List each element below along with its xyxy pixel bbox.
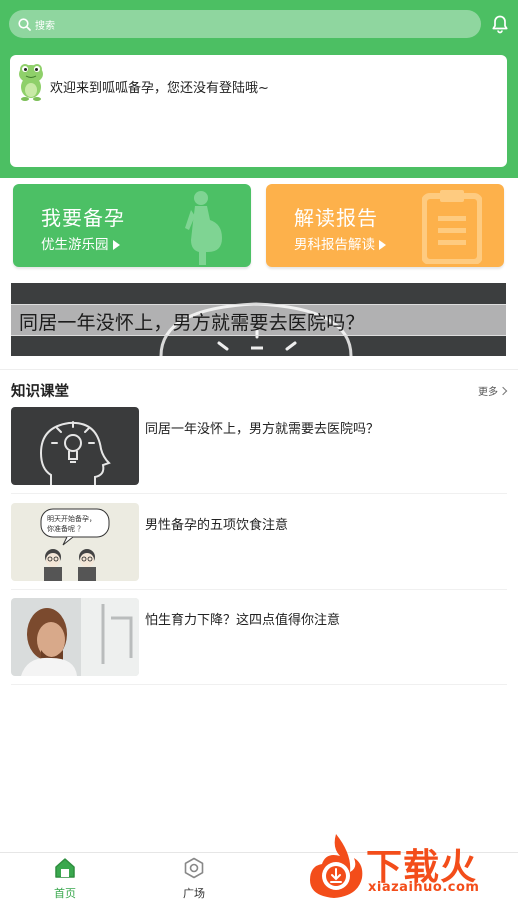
article-title: 怕生育力下降？这四点值得你注意 xyxy=(145,613,341,628)
welcome-card[interactable]: 欢迎来到呱呱备孕，您还没有登陆哦~ xyxy=(10,55,507,167)
banner-text: 同居一年没怀上，男方就需要去医院吗？ xyxy=(19,312,365,334)
search-icon xyxy=(18,17,31,31)
hexagon-icon xyxy=(183,857,205,883)
more-link[interactable]: 更多 xyxy=(478,383,508,398)
search-input[interactable]: 搜索 xyxy=(35,17,55,32)
play-arrow-icon xyxy=(112,240,120,250)
frog-avatar-icon xyxy=(16,61,46,101)
header: 搜索 欢迎来到呱呱备孕，您还没有登陆哦~ xyxy=(0,0,518,178)
article-item[interactable]: 同居一年没怀上，男方就需要去医院吗？ xyxy=(0,407,518,502)
search-bar[interactable]: 搜索 xyxy=(9,10,481,38)
comic-bubble-line: 你准备呢 ？ xyxy=(47,524,84,533)
feature-subtitle: 男科报告解读 xyxy=(294,233,386,253)
article-title: 同居一年没怀上，男方就需要去医院吗？ xyxy=(145,422,380,437)
nav-item-square[interactable]: 广场 xyxy=(164,857,224,900)
feature-card-pregnancy[interactable]: 我要备孕 优生游乐园 xyxy=(13,184,251,267)
nav-item-home[interactable]: 首页 xyxy=(35,857,95,900)
feature-subtitle: 优生游乐园 xyxy=(41,233,120,253)
flame-icon xyxy=(310,834,363,898)
divider xyxy=(11,589,507,590)
article-title: 男性备孕的五项饮食注意 xyxy=(145,518,289,533)
home-icon xyxy=(54,858,76,883)
section-title: 知识课堂 xyxy=(11,384,69,400)
feature-title: 我要备孕 xyxy=(41,206,125,230)
pregnant-woman-icon xyxy=(173,188,229,267)
comic-bubble-line: 明天开始备孕， xyxy=(47,514,96,523)
play-arrow-icon xyxy=(379,240,386,250)
divider xyxy=(0,369,518,370)
banner[interactable]: 同居一年没怀上，男方就需要去医院吗？ xyxy=(11,283,506,356)
chevron-right-icon xyxy=(498,386,508,396)
watermark-logo: 下载火 xiazaihuo.com xyxy=(304,828,518,900)
welcome-text: 欢迎来到呱呱备孕，您还没有登陆哦~ xyxy=(50,81,269,96)
article-item[interactable]: 明天开始备孕， 你准备呢 ？ 男性备孕的五项饮食注意 xyxy=(0,503,518,598)
nav-label: 首页 xyxy=(54,887,76,900)
divider xyxy=(11,493,507,494)
article-item[interactable]: 怕生育力下降？这四点值得你注意 xyxy=(0,598,518,693)
divider xyxy=(11,684,507,685)
bell-icon[interactable] xyxy=(490,14,510,34)
article-thumbnail: 明天开始备孕， 你准备呢 ？ xyxy=(11,503,139,581)
clipboard-icon xyxy=(421,188,483,267)
article-thumbnail xyxy=(11,407,139,485)
banner-caption: 同居一年没怀上，男方就需要去医院吗？ xyxy=(11,304,506,336)
feature-title: 解读报告 xyxy=(294,206,378,230)
nav-label: 广场 xyxy=(183,887,205,900)
article-thumbnail xyxy=(11,598,139,676)
watermark-url: xiazaihuo.com xyxy=(368,880,480,895)
feature-card-report[interactable]: 解读报告 男科报告解读 xyxy=(266,184,504,267)
